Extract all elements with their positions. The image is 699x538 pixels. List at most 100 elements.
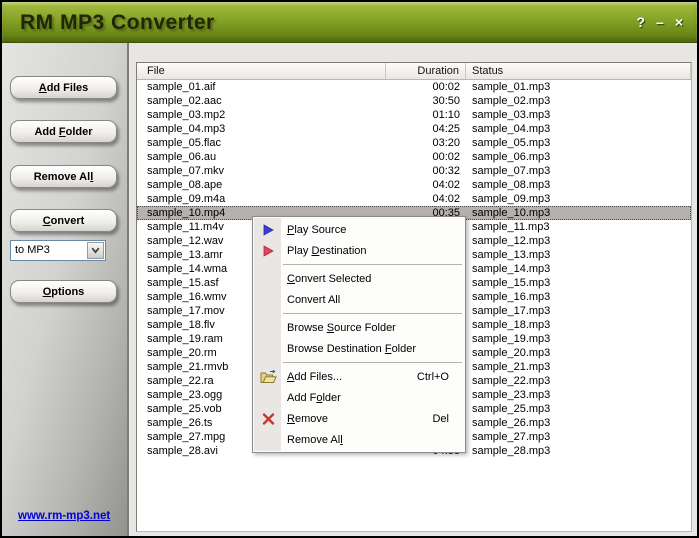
column-header-duration[interactable]: Duration: [386, 63, 466, 79]
menu-item-shortcut: Ctrl+O: [417, 371, 449, 383]
chevron-down-icon: [91, 247, 100, 254]
status-cell: sample_25.mp3: [466, 402, 691, 416]
format-select[interactable]: to MP3: [10, 240, 106, 261]
list-header: File Duration Status: [137, 63, 691, 80]
file-cell: sample_04.mp3: [137, 122, 386, 136]
combo-dropdown-button[interactable]: [87, 242, 104, 259]
list-item[interactable]: sample_03.mp201:10sample_03.mp3: [137, 108, 691, 122]
status-cell: sample_12.mp3: [466, 234, 691, 248]
remove-all-button[interactable]: Remove All: [10, 165, 117, 188]
status-cell: sample_28.mp3: [466, 444, 691, 458]
menu-item-add-folder[interactable]: Add Folder: [253, 387, 465, 408]
play-destination-icon: [262, 245, 274, 257]
list-item[interactable]: sample_04.mp304:25sample_04.mp3: [137, 122, 691, 136]
menu-item-icon-area: [253, 224, 283, 236]
menu-item-convert-selected[interactable]: Convert Selected: [253, 268, 465, 289]
status-cell: sample_09.mp3: [466, 192, 691, 206]
menu-separator: [283, 264, 462, 265]
add-files-icon: [260, 370, 277, 384]
options-button-label: Options: [43, 286, 85, 298]
duration-cell: 01:10: [386, 108, 466, 122]
list-item[interactable]: sample_09.m4a04:02sample_09.mp3: [137, 192, 691, 206]
website-link[interactable]: www.rm-mp3.net: [18, 510, 110, 522]
status-cell: sample_19.mp3: [466, 332, 691, 346]
add-files-button-label: Add Files: [39, 82, 89, 94]
status-cell: sample_27.mp3: [466, 430, 691, 444]
window-title: RM MP3 Converter: [20, 2, 215, 43]
add-folder-button[interactable]: Add Folder: [10, 120, 117, 143]
remove-icon: [262, 413, 275, 425]
menu-item-label: Remove: [287, 413, 432, 425]
menu-item-label: Play Destination: [287, 245, 449, 257]
app-window: RM MP3 Converter ? – × Add Files Add Fol…: [0, 0, 699, 538]
duration-cell: 00:02: [386, 150, 466, 164]
titlebar: RM MP3 Converter ? – ×: [2, 2, 697, 43]
play-source-icon: [262, 224, 274, 236]
menu-item-label: Play Source: [287, 224, 449, 236]
status-cell: sample_14.mp3: [466, 262, 691, 276]
menu-item-shortcut: Del: [432, 413, 449, 425]
status-cell: sample_16.mp3: [466, 290, 691, 304]
close-button[interactable]: ×: [675, 15, 683, 29]
help-button[interactable]: ?: [636, 15, 645, 29]
status-cell: sample_03.mp3: [466, 108, 691, 122]
status-cell: sample_04.mp3: [466, 122, 691, 136]
status-cell: sample_06.mp3: [466, 150, 691, 164]
convert-button[interactable]: Convert: [10, 209, 117, 232]
status-cell: sample_13.mp3: [466, 248, 691, 262]
menu-item-label: Convert All: [287, 294, 449, 306]
list-item[interactable]: sample_08.ape04:02sample_08.mp3: [137, 178, 691, 192]
column-header-file[interactable]: File: [137, 63, 386, 79]
status-cell: sample_05.mp3: [466, 136, 691, 150]
menu-item-browse-source-folder[interactable]: Browse Source Folder: [253, 317, 465, 338]
duration-cell: 04:02: [386, 178, 466, 192]
menu-item-remove[interactable]: Remove Del: [253, 408, 465, 429]
list-item[interactable]: sample_06.au00:02sample_06.mp3: [137, 150, 691, 164]
status-cell: sample_21.mp3: [466, 360, 691, 374]
list-item[interactable]: sample_05.flac03:20sample_05.mp3: [137, 136, 691, 150]
status-cell: sample_08.mp3: [466, 178, 691, 192]
menu-item-icon-area: [253, 413, 283, 425]
file-cell: sample_09.m4a: [137, 192, 386, 206]
menu-item-label: Remove All: [287, 434, 449, 446]
options-button[interactable]: Options: [10, 280, 117, 303]
status-cell: sample_10.mp3: [466, 206, 691, 220]
format-select-value: to MP3: [15, 241, 50, 260]
add-folder-button-label: Add Folder: [34, 126, 92, 138]
menu-item-label: Convert Selected: [287, 273, 449, 285]
titlebar-controls: ? – ×: [636, 2, 683, 42]
menu-item-browse-destination-folder[interactable]: Browse Destination Folder: [253, 338, 465, 359]
add-files-button[interactable]: Add Files: [10, 76, 117, 99]
status-cell: sample_15.mp3: [466, 276, 691, 290]
status-cell: sample_22.mp3: [466, 374, 691, 388]
convert-button-label: Convert: [43, 215, 85, 227]
list-item[interactable]: sample_07.mkv00:32sample_07.mp3: [137, 164, 691, 178]
list-item[interactable]: sample_01.aif00:02sample_01.mp3: [137, 80, 691, 94]
menu-item-label: Add Folder: [287, 392, 449, 404]
status-cell: sample_26.mp3: [466, 416, 691, 430]
menu-item-icon-area: [253, 370, 283, 384]
menu-item-convert-all[interactable]: Convert All: [253, 289, 465, 310]
menu-item-label: Browse Source Folder: [287, 322, 449, 334]
duration-cell: 04:25: [386, 122, 466, 136]
status-cell: sample_23.mp3: [466, 388, 691, 402]
menu-item-add-files[interactable]: Add Files... Ctrl+O: [253, 366, 465, 387]
status-cell: sample_07.mp3: [466, 164, 691, 178]
status-cell: sample_01.mp3: [466, 80, 691, 94]
duration-cell: 00:32: [386, 164, 466, 178]
context-menu: Play Source Play Destination Convert Sel…: [252, 216, 466, 453]
status-cell: sample_17.mp3: [466, 304, 691, 318]
sidebar: Add Files Add Folder Remove All Convert …: [2, 43, 129, 536]
minimize-button[interactable]: –: [656, 15, 664, 29]
menu-item-label: Add Files...: [287, 371, 417, 383]
menu-item-play-source[interactable]: Play Source: [253, 219, 465, 240]
file-cell: sample_05.flac: [137, 136, 386, 150]
file-cell: sample_03.mp2: [137, 108, 386, 122]
menu-item-remove-all[interactable]: Remove All: [253, 429, 465, 450]
menu-separator: [283, 313, 462, 314]
menu-item-play-destination[interactable]: Play Destination: [253, 240, 465, 261]
file-cell: sample_07.mkv: [137, 164, 386, 178]
duration-cell: 03:20: [386, 136, 466, 150]
column-header-status[interactable]: Status: [466, 63, 691, 79]
list-item[interactable]: sample_02.aac30:50sample_02.mp3: [137, 94, 691, 108]
